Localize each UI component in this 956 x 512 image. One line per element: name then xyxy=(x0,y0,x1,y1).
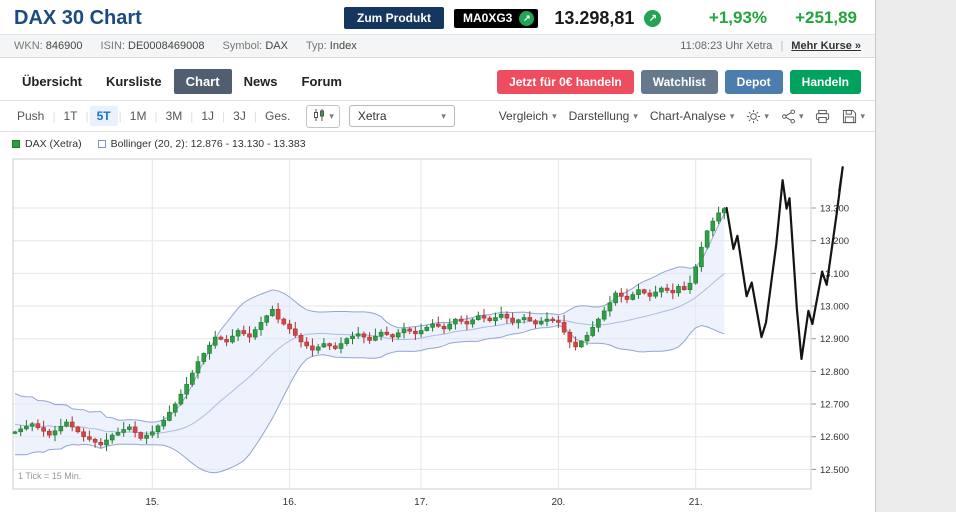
quote-time: 11:08:23 Uhr Xetra xyxy=(680,40,772,52)
zum-produkt-button[interactable]: Zum Produkt xyxy=(344,7,444,29)
tab-uebersicht[interactable]: Übersicht xyxy=(10,69,94,94)
change-percent: +1,93% xyxy=(709,8,767,28)
printer-icon xyxy=(815,109,830,124)
range-5t[interactable]: 5T xyxy=(90,106,118,126)
product-code: MA0XG3 xyxy=(463,11,512,25)
settings-button[interactable]: ▾ xyxy=(746,109,769,124)
tools-button[interactable]: ▾ xyxy=(781,109,804,124)
divider: | xyxy=(119,109,122,123)
main-content: DAX 30 Chart Zum Produkt MA0XG3 ↗ 13.298… xyxy=(0,0,876,512)
legend-dax: DAX (Xetra) xyxy=(12,138,82,150)
depot-button[interactable]: Depot xyxy=(725,70,783,94)
svg-text:12.800: 12.800 xyxy=(820,367,849,378)
candlestick-type-icon xyxy=(312,108,326,125)
instrument-meta-bar: WKN: 846900 ISIN: DE0008469008 Symbol: D… xyxy=(0,34,875,58)
svg-text:21.: 21. xyxy=(689,497,703,508)
legend-bollinger: Bollinger (20, 2): 12.876 - 13.130 - 13.… xyxy=(98,138,306,150)
range-1j[interactable]: 1J xyxy=(194,106,221,126)
divider: | xyxy=(254,109,257,123)
push-toggle[interactable]: Push xyxy=(10,106,51,126)
change-absolute: +251,89 xyxy=(795,8,857,28)
divider: | xyxy=(52,109,55,123)
freehand-annotation xyxy=(727,167,843,359)
chevron-down-icon: ▾ xyxy=(799,111,804,122)
price-up-icon: ↗ xyxy=(644,10,661,27)
current-price: 13.298,81 xyxy=(554,8,634,29)
exchange-selected-value: Xetra xyxy=(358,109,387,123)
tab-forum[interactable]: Forum xyxy=(290,69,354,94)
product-code-box[interactable]: MA0XG3 ↗ xyxy=(454,9,538,28)
divider: | xyxy=(222,109,225,123)
range-3j[interactable]: 3J xyxy=(226,106,253,126)
price-chart[interactable]: 13.30013.20013.10013.00012.90012.80012.7… xyxy=(6,153,872,512)
header: DAX 30 Chart Zum Produkt MA0XG3 ↗ 13.298… xyxy=(0,0,875,34)
chart-analyse-menu[interactable]: Chart-Analyse ▾ xyxy=(650,109,735,123)
chevron-down-icon: ▾ xyxy=(730,111,735,122)
page-gutter xyxy=(876,0,956,512)
range-ges[interactable]: Ges. xyxy=(258,106,297,126)
divider: | xyxy=(86,109,89,123)
tab-news[interactable]: News xyxy=(232,69,290,94)
exchange-select[interactable]: Xetra ▾ xyxy=(349,105,455,127)
svg-text:12.700: 12.700 xyxy=(820,400,849,411)
push-quote-icon: ↗ xyxy=(519,11,534,26)
svg-text:15.: 15. xyxy=(145,497,159,508)
range-1m[interactable]: 1M xyxy=(123,106,154,126)
chevron-down-icon: ▾ xyxy=(552,111,557,122)
chevron-down-icon: ▾ xyxy=(764,111,769,122)
typ: Typ: Index xyxy=(306,40,357,52)
save-button[interactable]: ▾ xyxy=(842,109,865,124)
chart-toolbar: Push | 1T | 5T | 1M | 3M | 1J | 3J | Ges… xyxy=(0,100,875,132)
share-nodes-icon xyxy=(781,109,796,124)
svg-text:20.: 20. xyxy=(551,497,565,508)
chart-legend: DAX (Xetra) Bollinger (20, 2): 12.876 - … xyxy=(0,132,875,153)
svg-text:13.000: 13.000 xyxy=(820,302,849,313)
save-disk-icon xyxy=(842,109,857,124)
svg-text:12.500: 12.500 xyxy=(820,465,849,476)
svg-text:12.900: 12.900 xyxy=(820,334,849,345)
gear-icon xyxy=(746,109,761,124)
range-3m[interactable]: 3M xyxy=(159,106,190,126)
chart-type-button[interactable]: ▾ xyxy=(306,105,340,128)
svg-text:12.600: 12.600 xyxy=(820,432,849,443)
watchlist-button[interactable]: Watchlist xyxy=(641,70,718,94)
chevron-down-icon: ▾ xyxy=(329,111,334,122)
tick-footnote: 1 Tick = 15 Min. xyxy=(18,471,81,481)
svg-text:13.300: 13.300 xyxy=(820,204,849,215)
chevron-down-icon: ▾ xyxy=(633,111,638,122)
svg-text:16.: 16. xyxy=(283,497,297,508)
tab-chart[interactable]: Chart xyxy=(174,69,232,94)
divider: | xyxy=(154,109,157,123)
range-1t[interactable]: 1T xyxy=(56,106,84,126)
chevron-down-icon: ▾ xyxy=(860,111,865,122)
mehr-kurse-link[interactable]: Mehr Kurse » xyxy=(791,40,861,52)
wkn: WKN: 846900 xyxy=(14,40,83,52)
svg-text:17.: 17. xyxy=(414,497,428,508)
svg-text:13.200: 13.200 xyxy=(820,236,849,247)
print-button[interactable] xyxy=(815,109,830,124)
dax-series-swatch xyxy=(12,140,20,148)
trade-free-button[interactable]: Jetzt für 0€ handeln xyxy=(497,70,634,94)
darstellung-menu[interactable]: Darstellung ▾ xyxy=(569,109,638,123)
vergleich-menu[interactable]: Vergleich ▾ xyxy=(499,109,557,123)
isin: ISIN: DE0008469008 xyxy=(101,40,205,52)
handeln-button[interactable]: Handeln xyxy=(790,70,861,94)
page-title: DAX 30 Chart xyxy=(14,7,344,30)
divider: | xyxy=(780,40,783,52)
tab-bar: Übersicht Kursliste Chart News Forum Jet… xyxy=(0,68,875,95)
chevron-down-icon: ▾ xyxy=(441,111,446,122)
chart-canvas[interactable]: 13.30013.20013.10013.00012.90012.80012.7… xyxy=(0,153,875,512)
tab-kursliste[interactable]: Kursliste xyxy=(94,69,174,94)
bollinger-swatch xyxy=(98,140,106,148)
divider: | xyxy=(190,109,193,123)
symbol: Symbol: DAX xyxy=(223,40,288,52)
